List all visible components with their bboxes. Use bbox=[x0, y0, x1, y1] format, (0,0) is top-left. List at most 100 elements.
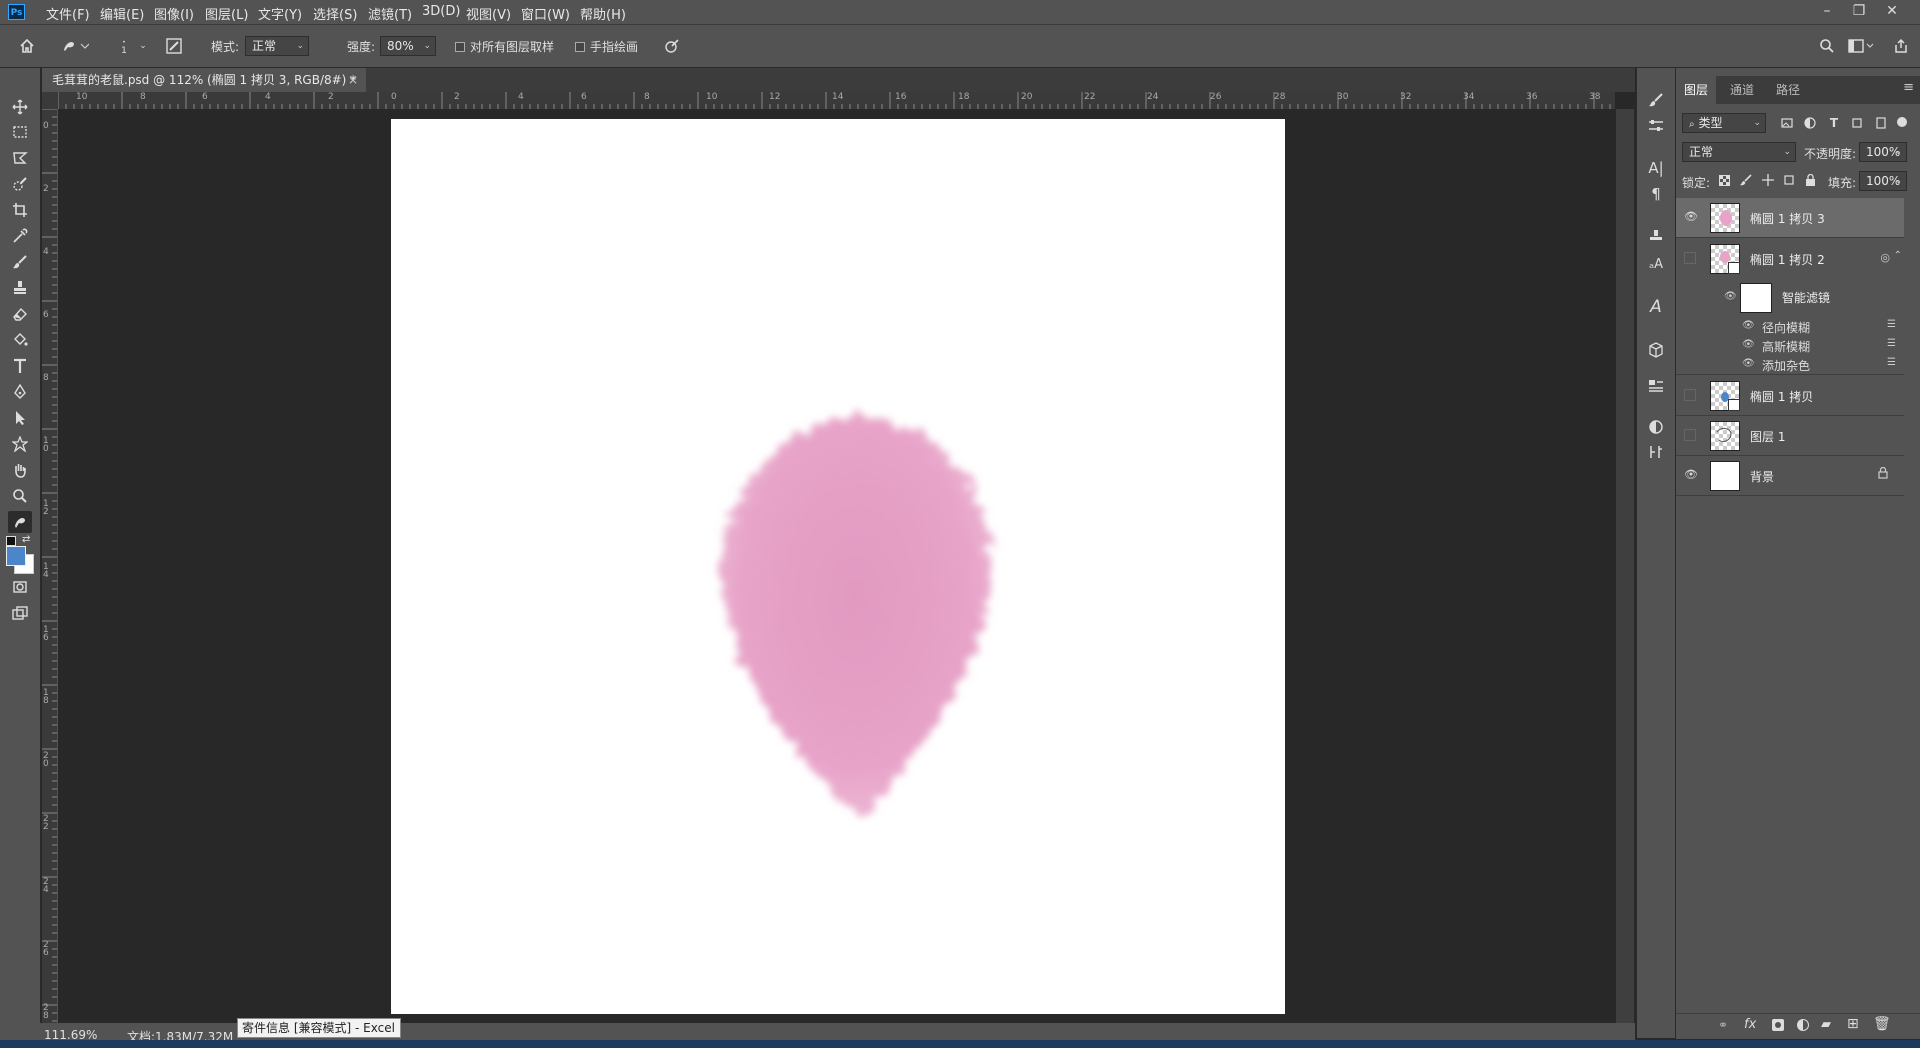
document-tab[interactable]: 毛茸茸的老鼠.psd @ 112% (椭圆 1 拷贝 3, RGB/8#) * … bbox=[42, 68, 366, 92]
visibility-toggle-off[interactable] bbox=[1684, 252, 1696, 264]
layer-name[interactable]: 椭圆 1 拷贝 3 bbox=[1750, 210, 1825, 227]
menu-view[interactable]: 视图(V) bbox=[466, 4, 511, 23]
tab-paths[interactable]: 路径 bbox=[1768, 76, 1808, 104]
eye-visibility-icon[interactable]: 👁 bbox=[1742, 358, 1755, 369]
menu-3d[interactable]: 3D(D) bbox=[422, 4, 460, 19]
layer-row-background[interactable]: 👁 背景 bbox=[1676, 456, 1904, 496]
workspace-icon[interactable] bbox=[1846, 35, 1876, 57]
character-panel-icon[interactable]: A| bbox=[1645, 157, 1667, 179]
sample-all-layers-checkbox[interactable] bbox=[455, 42, 465, 52]
mode-dropdown[interactable]: 正常 ⌄ bbox=[245, 36, 309, 56]
filter-toggle-icon[interactable] bbox=[1897, 117, 1907, 127]
lock-artboard-icon[interactable] bbox=[1781, 171, 1797, 189]
restore-button[interactable]: ❐ bbox=[1847, 1, 1871, 21]
smart-filter-mask-thumbnail[interactable] bbox=[1740, 283, 1772, 313]
adjustments-sliders-icon[interactable] bbox=[1645, 115, 1667, 137]
filter-shape-icon[interactable] bbox=[1848, 113, 1866, 133]
brush-settings-panel-icon[interactable] bbox=[1645, 89, 1667, 111]
finger-paint-checkbox[interactable] bbox=[575, 42, 585, 52]
new-layer-icon[interactable]: ⊞ bbox=[1847, 1016, 1859, 1032]
close-window-button[interactable]: ✕ bbox=[1880, 1, 1904, 21]
eye-visibility-icon[interactable]: 👁 bbox=[1742, 320, 1755, 331]
smart-filter-indicator-icon[interactable]: ◎ bbox=[1880, 251, 1890, 264]
opacity-input[interactable]: 100% ⌄ bbox=[1859, 142, 1907, 162]
layer-name[interactable]: 背景 bbox=[1750, 468, 1774, 485]
menu-select[interactable]: 选择(S) bbox=[313, 4, 357, 23]
pressure-icon[interactable] bbox=[661, 35, 683, 57]
path-selection-tool-icon[interactable] bbox=[8, 407, 32, 429]
filter-options-icon[interactable]: ☰ bbox=[1887, 319, 1896, 330]
group-folder-icon[interactable]: ▰ bbox=[1821, 1017, 1831, 1032]
layer-name[interactable]: 图层 1 bbox=[1750, 428, 1785, 445]
eraser-tool-icon[interactable] bbox=[8, 303, 32, 325]
photoshop-logo-icon[interactable]: Ps bbox=[8, 4, 25, 20]
panel-menu-icon[interactable]: ≡ bbox=[1903, 80, 1914, 95]
custom-shape-tool-icon[interactable] bbox=[8, 433, 32, 455]
menu-edit[interactable]: 编辑(E) bbox=[100, 4, 144, 23]
menu-type[interactable]: 文字(Y) bbox=[258, 4, 302, 23]
3d-panel-icon[interactable] bbox=[1645, 339, 1667, 361]
clone-source-icon[interactable] bbox=[1645, 226, 1667, 248]
eye-visibility-icon[interactable]: 👁 bbox=[1684, 210, 1698, 224]
smart-filter-gaussian-blur[interactable]: 👁 高斯模糊 ☰ bbox=[1676, 336, 1904, 355]
delete-layer-icon[interactable]: 🗑 bbox=[1873, 1016, 1891, 1032]
fx-icon[interactable]: fx bbox=[1744, 1017, 1756, 1032]
brush-settings-icon[interactable] bbox=[163, 35, 185, 57]
tab-layers[interactable]: 图层 bbox=[1676, 76, 1717, 104]
type-tool-icon[interactable] bbox=[8, 355, 32, 377]
paint-bucket-tool-icon[interactable] bbox=[8, 329, 32, 351]
eye-visibility-icon[interactable]: 👁 bbox=[1724, 291, 1737, 302]
lock-all-icon[interactable] bbox=[1802, 171, 1818, 189]
layer-filter-kind-dropdown[interactable]: ⌕ 类型 ⌄ bbox=[1682, 113, 1766, 133]
menu-help[interactable]: 帮助(H) bbox=[580, 4, 626, 23]
layer-row-ellipse-copy[interactable]: 椭圆 1 拷贝 bbox=[1676, 376, 1904, 416]
hand-tool-icon[interactable] bbox=[8, 459, 32, 481]
lock-icon[interactable] bbox=[1878, 466, 1888, 483]
share-icon[interactable] bbox=[1890, 35, 1912, 57]
smudge-tool-icon[interactable] bbox=[8, 511, 32, 533]
close-tab-icon[interactable]: × bbox=[348, 68, 358, 92]
foreground-color-swatch[interactable] bbox=[6, 546, 26, 566]
zoom-tool-icon[interactable] bbox=[8, 485, 32, 507]
menu-filter[interactable]: 滤镜(T) bbox=[368, 4, 412, 23]
blend-mode-dropdown[interactable]: 正常 ⌄ bbox=[1682, 142, 1796, 162]
adjustments-panel-icon[interactable] bbox=[1645, 416, 1667, 438]
brush-size-picker[interactable]: • 1 bbox=[112, 33, 136, 61]
menu-layer[interactable]: 图层(L) bbox=[205, 4, 248, 23]
menu-file[interactable]: 文件(F) bbox=[46, 4, 90, 23]
lock-position-icon[interactable] bbox=[1760, 171, 1776, 189]
history-panel-icon[interactable] bbox=[1645, 441, 1667, 463]
smart-filter-radial-blur[interactable]: 👁 径向模糊 ☰ bbox=[1676, 317, 1904, 336]
marquee-tool-icon[interactable] bbox=[8, 121, 32, 143]
vertical-scrollbar[interactable] bbox=[1616, 109, 1634, 1023]
layer-name[interactable]: 椭圆 1 拷贝 bbox=[1750, 388, 1813, 405]
strength-input[interactable]: 80% ⌄ bbox=[380, 36, 436, 56]
layer-name[interactable]: 椭圆 1 拷贝 2 bbox=[1750, 251, 1825, 268]
brush-tool-icon[interactable] bbox=[8, 251, 32, 273]
quick-mask-icon[interactable] bbox=[8, 576, 32, 598]
chevron-up-icon[interactable]: ⌃ bbox=[1894, 250, 1902, 261]
visibility-toggle-off[interactable] bbox=[1684, 429, 1696, 441]
quick-selection-tool-icon[interactable] bbox=[8, 173, 32, 195]
paragraph-styles-icon[interactable]: A bbox=[1645, 296, 1667, 318]
menu-image[interactable]: 图像(I) bbox=[154, 4, 194, 23]
smart-filters-row[interactable]: 👁 智能滤镜 bbox=[1676, 279, 1904, 315]
layer-row-ellipse-copy-2[interactable]: 椭圆 1 拷贝 2 ◎ ⌃ bbox=[1676, 239, 1904, 279]
home-icon[interactable] bbox=[16, 35, 38, 57]
filter-options-icon[interactable]: ☰ bbox=[1887, 357, 1896, 368]
vertical-ruler[interactable]: 0 2 4 6 8 1 0 1 2 1 4 1 6 1 8 2 0 2 2 2 … bbox=[42, 109, 58, 1023]
fill-input[interactable]: 100% ⌄ bbox=[1859, 171, 1907, 191]
eye-visibility-icon[interactable]: 👁 bbox=[1684, 468, 1698, 482]
default-colors-icon[interactable] bbox=[6, 536, 16, 546]
ruler-origin[interactable] bbox=[42, 92, 58, 109]
clone-stamp-tool-icon[interactable] bbox=[8, 277, 32, 299]
move-tool-icon[interactable] bbox=[8, 96, 32, 118]
filter-adjustment-icon[interactable] bbox=[1801, 113, 1819, 133]
chevron-down-icon[interactable]: ⌄ bbox=[137, 35, 149, 57]
properties-panel-icon[interactable] bbox=[1645, 375, 1667, 397]
lock-transparent-pixels-icon[interactable] bbox=[1716, 171, 1732, 189]
search-icon[interactable] bbox=[1816, 35, 1838, 57]
document-canvas[interactable] bbox=[391, 119, 1285, 1014]
horizontal-ruler[interactable]: 10 8 6 4 2 0 2 4 6 8 10 12 14 16 18 20 2… bbox=[58, 92, 1615, 110]
filter-smart-object-icon[interactable] bbox=[1872, 113, 1890, 133]
